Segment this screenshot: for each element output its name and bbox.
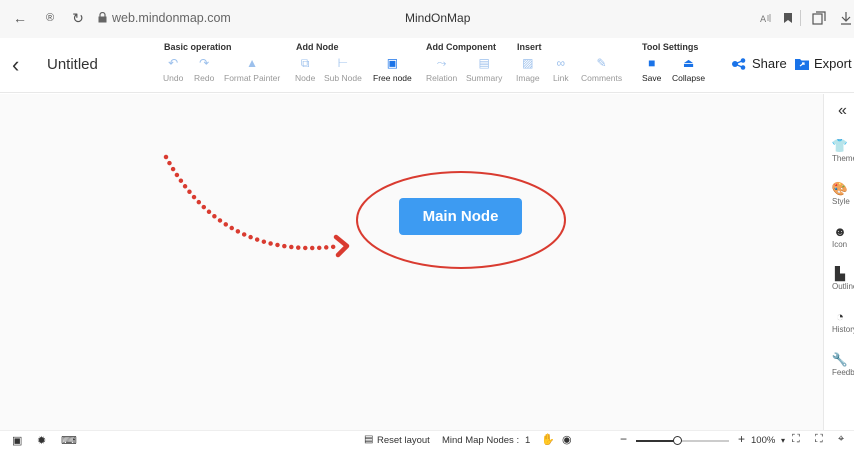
zoom-out-button[interactable]: − xyxy=(620,432,627,446)
annotation-overlay xyxy=(163,154,566,269)
smiley-icon: ☻ xyxy=(833,224,847,239)
zoom-level[interactable]: 100% xyxy=(751,435,775,446)
panel-item-outline[interactable]: ▙ Outline xyxy=(826,266,854,291)
fullscreen-icon[interactable]: ⛶ xyxy=(815,433,823,446)
theme-sun-icon[interactable]: ✹ xyxy=(37,434,46,447)
chevron-down-icon[interactable]: ▾ xyxy=(781,436,785,445)
fit-screen-icon[interactable]: ⛶ xyxy=(792,433,800,446)
wrench-icon: 🔧 xyxy=(831,352,849,367)
zoom-slider-knob[interactable] xyxy=(672,436,682,445)
collapse-panel-button[interactable]: « xyxy=(838,102,847,120)
hand-icon[interactable]: ✋ xyxy=(541,433,555,446)
palette-icon: 🎨 xyxy=(831,181,849,196)
shirt-icon: 👕 xyxy=(831,138,849,153)
panel-item-label: Style xyxy=(832,197,850,206)
panel-item-feedback[interactable]: 🔧 Feedback xyxy=(826,352,854,377)
annotation-arrowhead xyxy=(333,234,350,258)
eye-icon[interactable]: ◉ xyxy=(562,433,572,446)
reset-layout-button[interactable]: Reset layout xyxy=(377,435,430,446)
zoom-in-button[interactable]: + xyxy=(738,432,745,446)
center-icon[interactable]: ⌖ xyxy=(838,433,844,446)
image-export-icon[interactable]: ▣ xyxy=(12,434,22,447)
panel-item-label: Theme xyxy=(832,154,854,163)
node-count: 1 xyxy=(525,435,531,446)
annotation-dotted-arrow xyxy=(163,154,343,251)
annotation-circle xyxy=(356,171,566,269)
panel-item-label: History xyxy=(832,325,854,334)
panel-item-icon[interactable]: ☻ Icon xyxy=(826,224,854,249)
panel-item-label: Feedback xyxy=(832,368,854,377)
node-count-label: Mind Map Nodes : xyxy=(442,435,520,446)
reset-layout-icon: ▤ xyxy=(364,434,374,445)
panel-item-history[interactable]: ◔ History xyxy=(826,309,854,334)
status-bar: ▣ ✹ ⌨ ▤ Reset layout Mind Map Nodes : 1 … xyxy=(0,430,854,449)
panel-item-label: Icon xyxy=(832,240,848,249)
panel-item-theme[interactable]: 👕 Theme xyxy=(826,138,854,163)
clock-icon: ◔ xyxy=(836,309,844,324)
zoom-slider[interactable] xyxy=(636,436,729,445)
panel-item-label: Outline xyxy=(832,282,854,291)
zoom-slider-fill xyxy=(636,440,677,442)
keyboard-icon[interactable]: ⌨ xyxy=(61,434,77,447)
panel-item-style[interactable]: 🎨 Style xyxy=(826,181,854,206)
outline-icon: ▙ xyxy=(835,266,845,281)
